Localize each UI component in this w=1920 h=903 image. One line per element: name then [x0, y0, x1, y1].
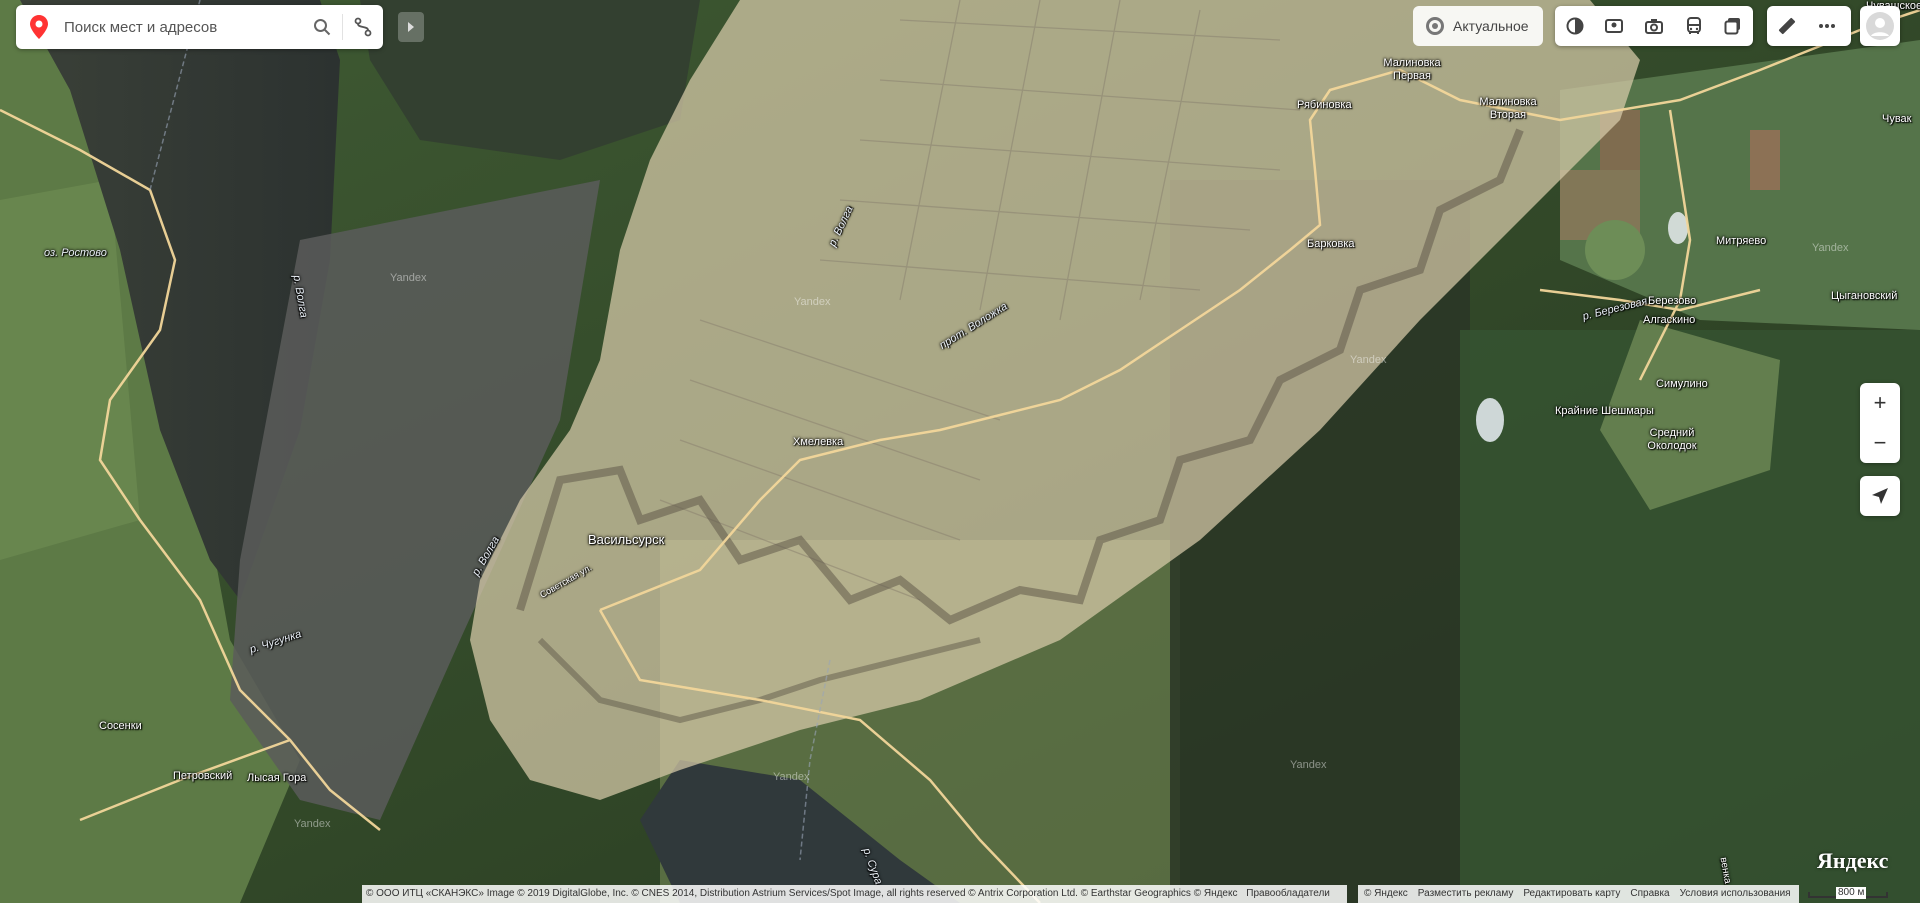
footer-help-link[interactable]: Справка: [1630, 885, 1669, 903]
label-malinovka-second-line2: Вторая: [1489, 109, 1527, 121]
scale-bar: 800 м: [1808, 887, 1888, 901]
tools-toolbar: [1767, 6, 1851, 46]
watermark-1: Yandex: [390, 272, 427, 284]
footer-yandex[interactable]: © Яндекс: [1364, 885, 1408, 903]
ruler-icon: [1778, 17, 1796, 35]
label-chuvak: Чувак: [1882, 113, 1912, 125]
footer-links: © Яндекс Разместить рекламу Редактироват…: [1358, 885, 1799, 903]
actual-layer-toggle[interactable]: Актуальное: [1413, 6, 1543, 46]
label-sredny-okolodok: Средний Околодок: [1637, 427, 1707, 453]
label-malinovka-second: Малиновка Вторая: [1473, 96, 1543, 122]
chevron-right-icon: [408, 22, 414, 32]
label-malinovka-first: Малиновка Первая: [1377, 57, 1447, 83]
label-berezovo: Березово: [1648, 295, 1697, 307]
zoom-controls: + −: [1860, 383, 1900, 463]
panorama-icon: [1605, 19, 1624, 33]
zoom-in-button[interactable]: +: [1860, 383, 1900, 423]
rights-holders-link[interactable]: Правообладатели: [1246, 888, 1330, 899]
label-sredny-line1: Средний: [1649, 427, 1695, 439]
actual-layer-label: Актуальное: [1453, 18, 1529, 34]
label-ryabinovka: Рябиновка: [1297, 99, 1352, 111]
label-petrovsky: Петровский: [173, 770, 233, 782]
label-malinovka-second-line1: Малиновка: [1479, 96, 1537, 108]
radio-ring-icon: [1426, 17, 1444, 35]
watermark-4: Yandex: [1812, 242, 1849, 254]
watermark-5: Yandex: [773, 771, 810, 783]
user-silhouette-icon: [1866, 12, 1894, 40]
zoom-out-button[interactable]: −: [1860, 423, 1900, 463]
label-lysaya-gora: Лысая Гора: [247, 772, 307, 784]
label-mitryaevo: Митряево: [1716, 235, 1767, 247]
search-input[interactable]: [62, 17, 302, 37]
layers-icon: [1724, 18, 1741, 35]
watermark-7: Yandex: [294, 818, 331, 830]
label-sosenki: Сосенки: [99, 720, 142, 732]
watermark-6: Yandex: [1290, 759, 1327, 771]
panorama-layer-button[interactable]: [1595, 6, 1635, 46]
user-avatar[interactable]: [1860, 6, 1900, 46]
layer-toolbar: [1555, 6, 1753, 46]
route-icon: [354, 17, 372, 37]
label-sredny-line2: Околодок: [1647, 440, 1697, 452]
brand-logo: Яндекс: [1817, 848, 1889, 873]
search-icon: [314, 19, 331, 36]
label-barkovka: Барковка: [1307, 238, 1355, 250]
transit-layer-button[interactable]: [1674, 6, 1714, 46]
search-button[interactable]: [302, 5, 342, 49]
ruler-button[interactable]: [1767, 6, 1807, 46]
locate-me-button[interactable]: [1860, 476, 1900, 516]
label-krainie-sheshmary: Крайние Шешмары: [1555, 405, 1654, 417]
footer-terms-link[interactable]: Условия использования: [1680, 885, 1791, 903]
label-lake-rostovo: оз. Ростово: [44, 247, 107, 259]
footer-advertise-link[interactable]: Разместить рекламу: [1418, 885, 1514, 903]
navigation-arrow-icon: [1872, 488, 1888, 504]
more-dots-icon: [1819, 24, 1835, 28]
label-malinovka-first-line1: Малиновка: [1383, 57, 1441, 69]
label-malinovka-first-line2: Первая: [1393, 70, 1431, 82]
label-vasilsursk: Васильсурск: [588, 532, 665, 547]
copyright-text: © ООО ИТЦ «СКАНЭКС» Image © 2019 Digital…: [366, 888, 1238, 899]
label-tsyganovsky: Цыгановский: [1831, 290, 1898, 302]
more-button[interactable]: [1807, 6, 1847, 46]
location-pin-icon: [16, 15, 62, 39]
bus-icon: [1686, 17, 1701, 34]
label-algaskino: Алгаскино: [1643, 314, 1696, 326]
route-button[interactable]: [343, 5, 383, 49]
watermark-2: Yandex: [794, 296, 831, 308]
search-panel: [16, 5, 383, 49]
watermark-3: Yandex: [1350, 354, 1387, 366]
map-canvas[interactable]: [0, 0, 1920, 903]
copyright-bar: © ООО ИТЦ «СКАНЭКС» Image © 2019 Digital…: [362, 885, 1347, 903]
scale-bar-label: 800 м: [1836, 887, 1867, 899]
collapse-sidebar-button[interactable]: [398, 12, 424, 42]
traffic-circle-icon: [1566, 17, 1584, 35]
map-layers-button[interactable]: [1713, 6, 1753, 46]
photo-layer-button[interactable]: [1634, 6, 1674, 46]
traffic-layer-button[interactable]: [1555, 6, 1595, 46]
footer-edit-map-link[interactable]: Редактировать карту: [1523, 885, 1620, 903]
camera-icon: [1644, 19, 1663, 34]
label-simulino: Симулино: [1656, 378, 1708, 390]
label-hmelevka: Хмелевка: [793, 436, 844, 448]
